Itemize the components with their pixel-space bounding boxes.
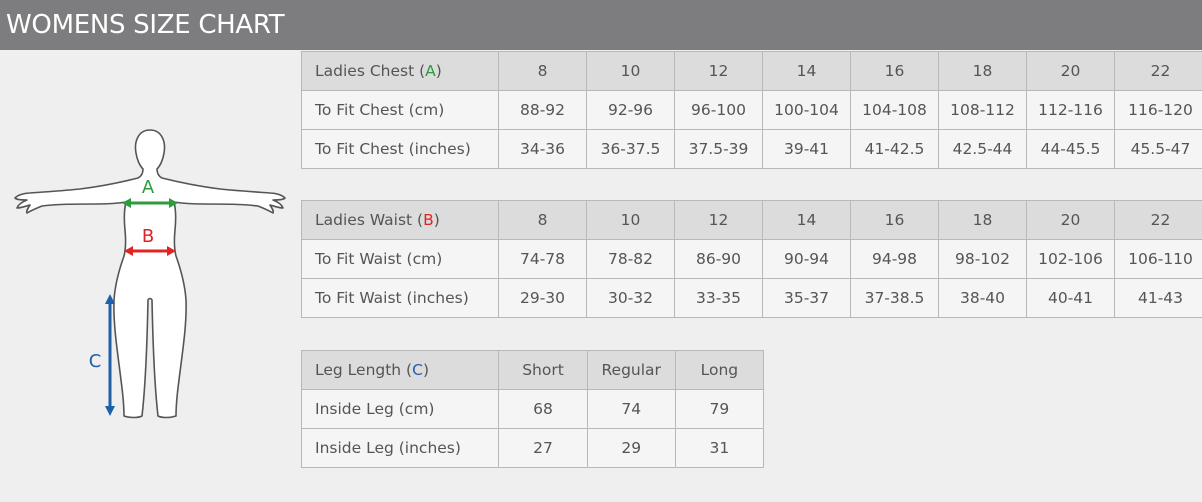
waist-header-label: Ladies Waist (B) <box>301 200 499 240</box>
table-cell: 44-45.5 <box>1026 129 1115 169</box>
table-cell: 38-40 <box>938 278 1027 318</box>
table-cell: 29-30 <box>498 278 587 318</box>
table-cell: 42.5-44 <box>938 129 1027 169</box>
table-cell: 27 <box>498 428 588 468</box>
header-text: Ladies Chest ( <box>315 62 426 80</box>
table-cell: 86-90 <box>674 239 763 279</box>
row-label: To Fit Waist (inches) <box>301 278 499 318</box>
column-header: 22 <box>1114 51 1202 91</box>
table-cell: 45.5-47 <box>1114 129 1202 169</box>
column-header: 12 <box>674 51 763 91</box>
table-cell: 36-37.5 <box>586 129 675 169</box>
column-header: 8 <box>498 51 587 91</box>
table-cell: 74 <box>586 389 676 429</box>
label-b: B <box>142 226 154 247</box>
row-label: Inside Leg (cm) <box>300 389 500 429</box>
table-cell: 74-78 <box>498 239 587 279</box>
table-header-row: Leg Length (C) Short Regular Long <box>300 350 765 390</box>
table-cell: 108-112 <box>938 90 1027 130</box>
table-cell: 41-42.5 <box>850 129 939 169</box>
column-header: 20 <box>1026 200 1115 240</box>
table-cell: 37.5-39 <box>674 129 763 169</box>
column-header: 20 <box>1026 51 1115 91</box>
column-header: 16 <box>850 51 939 91</box>
header-text: Ladies Waist ( <box>315 211 424 229</box>
table-cell: 98-102 <box>938 239 1027 279</box>
table-cell: 92-96 <box>586 90 675 130</box>
table-cell: 30-32 <box>586 278 675 318</box>
table-cell: 39-41 <box>762 129 851 169</box>
table-cell: 96-100 <box>674 90 763 130</box>
waist-size-table: Ladies Waist (B) 8 10 12 14 16 18 20 22 … <box>301 200 1202 318</box>
table-header-row: Ladies Waist (B) 8 10 12 14 16 18 20 22 <box>301 200 1202 240</box>
table-cell: 35-37 <box>762 278 851 318</box>
table-cell: 104-108 <box>850 90 939 130</box>
column-header: Short <box>498 350 588 390</box>
table-cell: 112-116 <box>1026 90 1115 130</box>
column-header: 14 <box>762 200 851 240</box>
table-cell: 40-41 <box>1026 278 1115 318</box>
column-header: 16 <box>850 200 939 240</box>
label-a: A <box>142 177 155 198</box>
column-header: 8 <box>498 200 587 240</box>
column-header: 10 <box>586 200 675 240</box>
chest-header-label: Ladies Chest (A) <box>301 51 499 91</box>
table-cell: 33-35 <box>674 278 763 318</box>
table-cell: 79 <box>674 389 765 429</box>
table-cell: 78-82 <box>586 239 675 279</box>
column-header: Regular <box>586 350 676 390</box>
table-cell: 116-120 <box>1114 90 1202 130</box>
header-bar: WOMENS SIZE CHART <box>0 0 1202 50</box>
table-row: To Fit Chest (cm) 88-92 92-96 96-100 100… <box>301 90 1202 130</box>
table-row: Inside Leg (inches) 27 29 31 <box>300 428 765 468</box>
header-close: ) <box>435 62 442 80</box>
table-cell: 29 <box>586 428 676 468</box>
table-cell: 68 <box>498 389 588 429</box>
table-cell: 41-43 <box>1114 278 1202 318</box>
table-cell: 31 <box>674 428 765 468</box>
label-c: C <box>89 351 102 372</box>
column-header: 10 <box>586 51 675 91</box>
table-header-row: Ladies Chest (A) 8 10 12 14 16 18 20 22 <box>301 51 1202 91</box>
column-header: 18 <box>938 51 1027 91</box>
table-row: Inside Leg (cm) 68 74 79 <box>300 389 765 429</box>
row-label: Inside Leg (inches) <box>300 428 500 468</box>
column-header: 14 <box>762 51 851 91</box>
table-cell: 34-36 <box>498 129 587 169</box>
row-label: To Fit Chest (inches) <box>301 129 499 169</box>
table-cell: 102-106 <box>1026 239 1115 279</box>
leg-length-table: Leg Length (C) Short Regular Long Inside… <box>300 350 765 468</box>
table-cell: 94-98 <box>850 239 939 279</box>
row-label: To Fit Chest (cm) <box>301 90 499 130</box>
body-silhouette <box>14 129 286 419</box>
header-letter-c: C <box>412 361 423 379</box>
header-letter-a: A <box>425 62 436 80</box>
table-cell: 88-92 <box>498 90 587 130</box>
header-letter-b: B <box>423 211 434 229</box>
table-cell: 106-110 <box>1114 239 1202 279</box>
table-cell: 100-104 <box>762 90 851 130</box>
leg-header-label: Leg Length (C) <box>300 350 500 390</box>
body-outline-illustration: A B C <box>14 129 286 419</box>
header-close: ) <box>433 211 440 229</box>
column-header: 18 <box>938 200 1027 240</box>
table-cell: 90-94 <box>762 239 851 279</box>
header-text: Leg Length ( <box>315 361 413 379</box>
row-label: To Fit Waist (cm) <box>301 239 499 279</box>
page-title: WOMENS SIZE CHART <box>6 10 285 40</box>
column-header: 22 <box>1114 200 1202 240</box>
table-row: To Fit Chest (inches) 34-36 36-37.5 37.5… <box>301 129 1202 169</box>
column-header: 12 <box>674 200 763 240</box>
table-row: To Fit Waist (cm) 74-78 78-82 86-90 90-9… <box>301 239 1202 279</box>
table-cell: 37-38.5 <box>850 278 939 318</box>
header-close: ) <box>422 361 429 379</box>
table-row: To Fit Waist (inches) 29-30 30-32 33-35 … <box>301 278 1202 318</box>
chest-size-table: Ladies Chest (A) 8 10 12 14 16 18 20 22 … <box>301 51 1202 169</box>
body-measurement-figure: A B C <box>0 120 300 430</box>
column-header: Long <box>674 350 765 390</box>
